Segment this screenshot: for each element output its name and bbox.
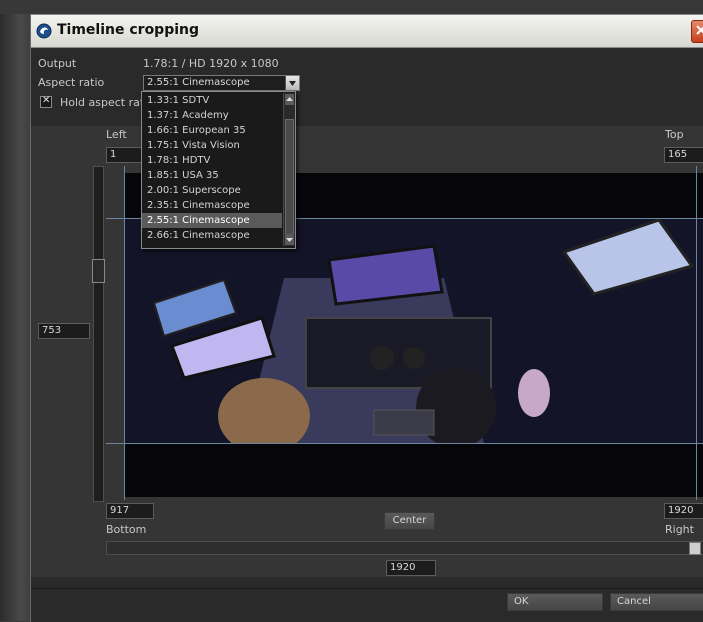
ok-button[interactable]: OK	[507, 593, 603, 611]
bottom-label: Bottom	[106, 523, 147, 536]
scrollbar-thumb[interactable]	[285, 119, 294, 237]
output-label: Output	[38, 57, 77, 70]
scroll-up-arrow-icon[interactable]	[285, 94, 294, 105]
aspect-ratio-label: Aspect ratio	[38, 76, 105, 89]
dropdown-option[interactable]: 1.37:1 Academy	[142, 108, 282, 123]
scroll-down-arrow-icon[interactable]	[285, 234, 294, 245]
cancel-button[interactable]: Cancel	[610, 593, 703, 611]
dropdown-option-selected[interactable]: 2.55:1 Cinemascope	[142, 213, 282, 228]
horizontal-crop-slider[interactable]	[106, 541, 703, 555]
left-label: Left	[106, 128, 127, 141]
hold-aspect-checkbox[interactable]: ✕	[40, 95, 52, 108]
video-preview-image	[124, 218, 703, 443]
dropdown-option[interactable]: 1.78:1 HDTV	[142, 153, 282, 168]
chevron-down-icon	[289, 81, 296, 86]
aspect-ratio-dropdown-button[interactable]	[285, 76, 299, 90]
editing-suite-scene	[124, 218, 703, 443]
title-bar: Timeline cropping	[31, 15, 703, 48]
dropdown-option[interactable]: 2.00:1 Superscope	[142, 183, 282, 198]
dropdown-option[interactable]: 1.75:1 Vista Vision	[142, 138, 282, 153]
output-value: 1.78:1 / HD 1920 x 1080	[143, 57, 279, 70]
hold-aspect-label: Hold aspect ratio	[60, 96, 154, 109]
right-label: Right	[665, 523, 694, 536]
crop-guide-bottom[interactable]	[106, 443, 703, 444]
horizontal-slider-thumb[interactable]	[689, 542, 701, 555]
desktop-background	[0, 0, 30, 621]
width-value-field[interactable]: 1920	[386, 560, 436, 576]
timeline-cropping-dialog: Timeline cropping Output 1.78:1 / HD 192…	[30, 14, 703, 622]
close-button[interactable]	[691, 20, 703, 43]
dropdown-option[interactable]: 2.35:1 Cinemascope	[142, 198, 282, 213]
close-icon	[696, 25, 703, 35]
bottom-value-field[interactable]: 917	[106, 503, 154, 519]
app-globe-icon	[36, 23, 52, 39]
dropdown-option[interactable]: 1.33:1 SDTV	[142, 93, 282, 108]
aspect-ratio-selected: 2.55:1 Cinemascope	[147, 77, 250, 88]
top-label: Top	[665, 128, 684, 141]
dropdown-option[interactable]: 1.66:1 European 35	[142, 123, 282, 138]
vertical-slider-thumb[interactable]	[92, 259, 105, 283]
footer-divider	[31, 588, 703, 589]
crop-guide-left[interactable]	[124, 166, 125, 500]
vertical-crop-slider[interactable]	[93, 166, 104, 502]
height-value-field[interactable]: 753	[38, 323, 90, 339]
check-mark-icon: ✕	[42, 95, 51, 106]
dropdown-option[interactable]: 2.66:1 Cinemascope	[142, 228, 282, 243]
desktop-background-top	[0, 0, 703, 14]
window-title: Timeline cropping	[57, 22, 200, 38]
top-value-field[interactable]: 165	[664, 147, 703, 163]
aspect-ratio-dropdown-list: 1.33:1 SDTV 1.37:1 Academy 1.66:1 Europe…	[141, 91, 296, 249]
right-value-field[interactable]: 1920	[664, 503, 703, 519]
dropdown-scrollbar[interactable]	[283, 93, 295, 246]
center-button[interactable]: Center	[384, 512, 435, 530]
dropdown-option[interactable]: 1.85:1 USA 35	[142, 168, 282, 183]
crop-guide-right[interactable]	[696, 166, 697, 500]
aspect-ratio-select[interactable]: 2.55:1 Cinemascope	[143, 75, 300, 91]
